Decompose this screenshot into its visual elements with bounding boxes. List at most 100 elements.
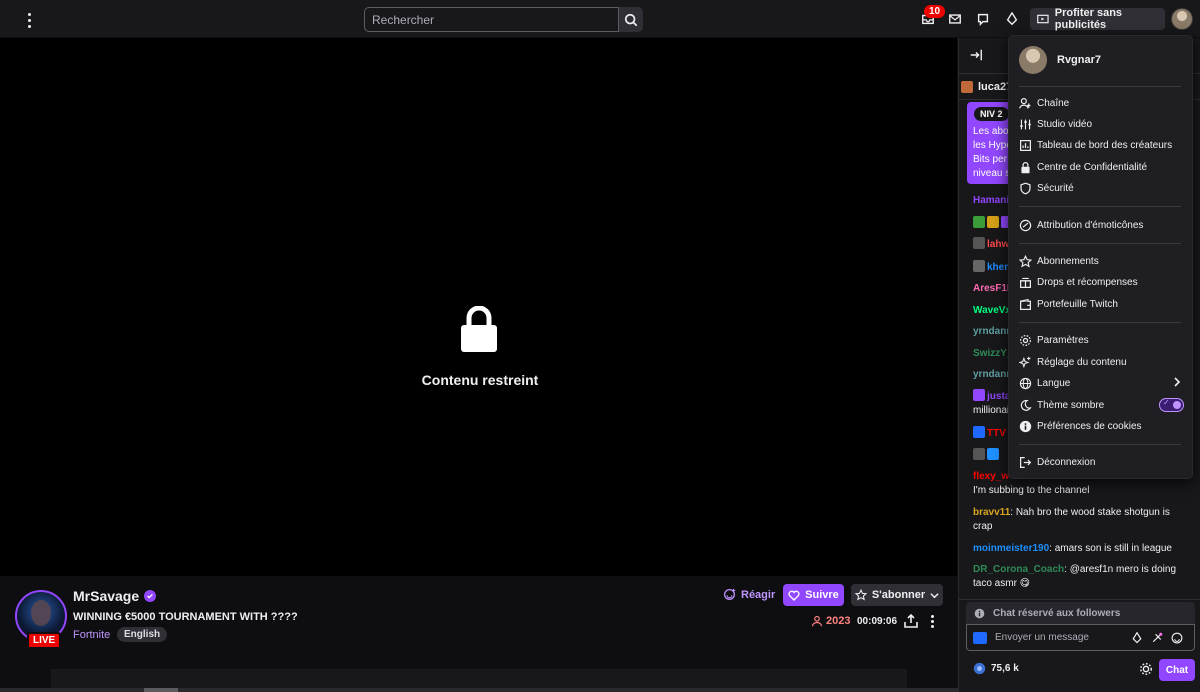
gift-icon [1020,277,1031,288]
menu-item-wallet[interactable]: Portefeuille Twitch [1019,295,1184,313]
chat-message[interactable]: SwizzY_ [973,347,1012,361]
user-avatar-button[interactable] [1171,8,1193,30]
menu-user-header: Rvgnar7 [1019,46,1101,74]
chat-message[interactable]: yrndanr [973,368,1010,382]
menu-item-content-settings[interactable]: Réglage du contenu [1019,353,1184,371]
chat-message[interactable]: Hamani [973,194,1009,208]
star-icon [854,589,867,601]
more-options-icon[interactable] [926,613,938,629]
bits-icon[interactable] [1131,631,1143,644]
language-tag[interactable]: English [117,627,168,642]
follow-label: Suivre [805,589,839,601]
react-icon [723,588,736,601]
person-icon [1019,97,1031,109]
divider [1019,322,1181,323]
channel-name[interactable]: MrSavage [73,588,157,604]
subscribe-button[interactable]: S'abonner [851,584,943,606]
channel-points-value: 75,6 k [991,663,1019,674]
menu-item-cookie-preferences[interactable]: Préférences de cookies [1019,417,1184,435]
viewer-count: 2023 [811,615,850,627]
channel-name-text: MrSavage [73,588,140,604]
bits-icon [1006,12,1018,26]
chat-message[interactable]: TTV [973,426,1006,441]
menu-item-logout[interactable]: Déconnexion [1019,453,1184,471]
menu-item-creator-dashboard[interactable]: Tableau de bord des créateurs [1019,136,1184,154]
search-input[interactable]: Rechercher [364,7,619,32]
badge-icon [973,389,985,401]
headset-icon [973,237,985,249]
menu-item-emote-attribution[interactable]: Attribution d'émoticônes [1019,216,1184,234]
chat-message-continuation: millionai [973,405,1010,416]
video-player[interactable]: Contenu restreint [0,38,958,576]
chat-message[interactable]: kher [973,260,1008,275]
follow-button[interactable]: Suivre [783,584,844,606]
gear-icon [1020,334,1031,346]
chat-message[interactable]: yrndanr [973,325,1010,339]
chat-message[interactable]: WaveVx [973,304,1011,318]
chat-input-placeholder: Envoyer un message [995,632,1089,643]
followers-only-label: Chat réservé aux followers [993,607,1121,619]
person-icon [811,615,823,627]
more-menu-icon[interactable] [18,9,40,31]
menu-item-privacy-center[interactable]: Centre de Confidentialité [1019,158,1184,176]
game-link[interactable]: Fortnite [73,629,110,641]
notification-badge: 10 [924,5,946,18]
scrollbar-thumb[interactable] [144,688,178,692]
search-button[interactable] [619,7,643,32]
badge-icon [987,216,999,228]
divider [1019,444,1181,445]
gift-icon [961,80,973,93]
channel-points[interactable]: 75,6 k [973,662,1019,675]
chat-send-button[interactable]: Chat [1159,659,1195,681]
viewer-count-value: 2023 [826,615,851,627]
hype-level: NIV 2 [974,107,1009,121]
chat-message[interactable]: bravv11: Nah bro the wood stake shotgun … [973,506,1188,534]
bits-button[interactable] [1002,9,1022,29]
chat-input[interactable]: Envoyer un message [966,624,1195,651]
stream-uptime: 00:09:06 [857,616,898,627]
menu-item-subscriptions[interactable]: Abonnements [1019,252,1184,270]
menu-item-security[interactable]: Sécurité [1019,179,1184,197]
search-icon [624,13,638,26]
emote-picker-icon[interactable] [1171,632,1183,644]
dark-theme-toggle[interactable]: ✓ [1159,398,1184,412]
sparkle-icon [1019,356,1031,368]
gear-icon[interactable] [1139,662,1153,676]
chevron-down-icon [930,592,939,598]
lock-icon [1021,161,1030,173]
star-icon [1019,254,1032,268]
ad-free-button[interactable]: Profiter sans publicités [1030,7,1165,31]
user-dropdown-menu: Rvgnar7 Chaîne Studio vidéo Tableau de b… [1008,35,1193,479]
heart-icon [788,590,800,601]
chat-message[interactable]: moinmeister190: amars son is still in le… [973,542,1193,556]
chat-bubble-icon [977,13,989,26]
divider [1019,243,1181,244]
crown-icon [973,426,985,438]
menu-item-drops[interactable]: Drops et récompenses [1019,273,1184,291]
speaker-icon [973,260,985,272]
followers-only-notice: Chat réservé aux followers [966,602,1195,624]
whispers-button[interactable] [945,9,965,29]
chat-bubble-button[interactable] [973,9,993,29]
collapse-chat-icon[interactable] [969,48,983,62]
restricted-content-label: Contenu restreint [421,372,539,388]
menu-item-settings[interactable]: Paramètres [1019,331,1184,349]
channel-info: LIVE MrSavage WINNING €5000 TOURNAMENT W… [0,576,958,692]
username: Rvgnar7 [1057,54,1102,66]
shield-icon [1020,182,1031,194]
menu-item-video-studio[interactable]: Studio vidéo [1019,115,1184,133]
emote-icon [1019,219,1032,231]
live-badge: LIVE [27,632,62,649]
badge-icon [987,448,999,460]
horizontal-scrollbar[interactable] [0,688,958,692]
menu-item-channel[interactable]: Chaîne [1019,94,1184,112]
menu-item-language[interactable]: Langue [1019,374,1184,392]
chat-message[interactable]: lahw [973,237,1009,252]
top-navigation: Rechercher 10 Profiter sans publicités [0,0,1200,38]
chat-message[interactable]: justa [973,389,1010,404]
info-icon [974,608,985,618]
react-button[interactable]: Réagir [723,588,775,601]
share-icon[interactable] [903,613,919,629]
chat-message[interactable]: DR_Corona_Coach: @aresf1n mero is doing … [973,563,1188,591]
hype-chat-icon[interactable] [1151,632,1163,644]
